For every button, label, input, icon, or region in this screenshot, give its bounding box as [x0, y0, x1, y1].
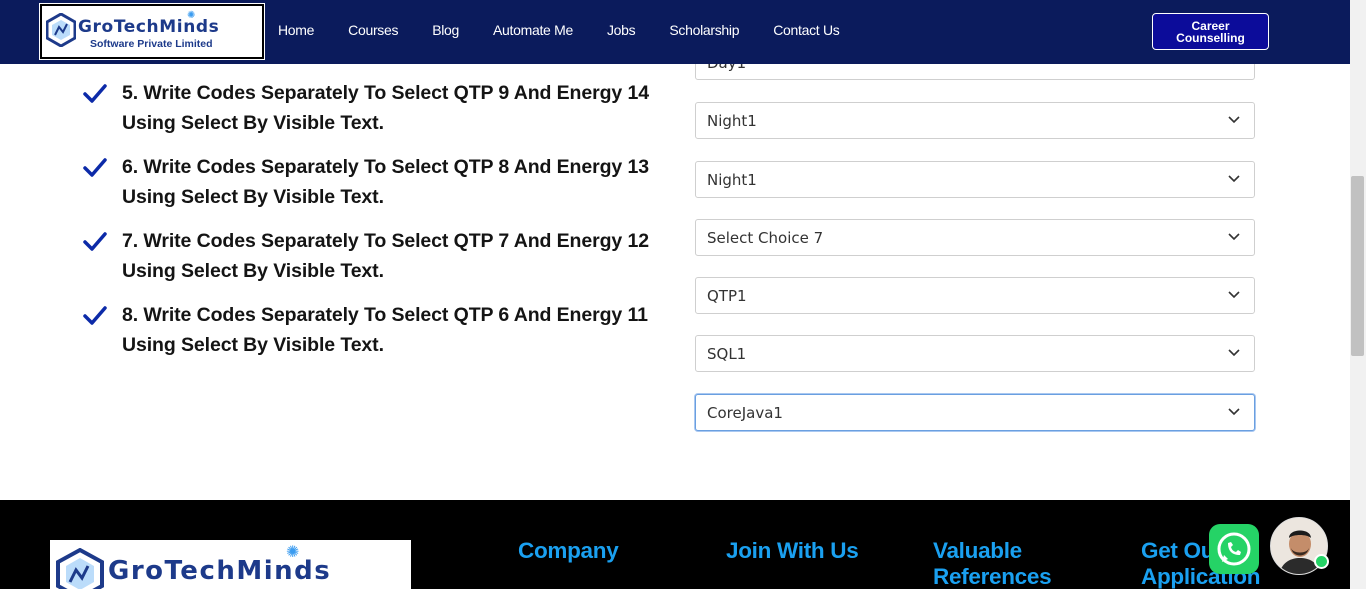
select-sql[interactable]: SQL1: [695, 335, 1255, 372]
footer-heading-references: Valuable References: [933, 538, 1052, 589]
exercise-text: 7. Write Codes Separately To Select QTP …: [122, 226, 672, 286]
select-corejava[interactable]: CoreJava1: [695, 394, 1255, 431]
select-night-1[interactable]: Night1: [695, 102, 1255, 139]
select-value: QTP1: [707, 287, 747, 305]
main-nav: Home Courses Blog Automate Me Jobs Schol…: [278, 22, 873, 38]
footer-logo-title: GroTechMinds: [108, 556, 332, 586]
footer-logo[interactable]: ✺ GroTechMinds: [50, 540, 411, 589]
select-value: CoreJava1: [707, 404, 783, 422]
exercise-line1: 7. Write Codes Separately To Select QTP …: [122, 230, 649, 252]
exercise-line2: Using Select By Visible Text.: [122, 186, 384, 208]
exercise-line1: 6. Write Codes Separately To Select QTP …: [122, 156, 649, 178]
chevron-down-icon: [1228, 233, 1240, 241]
nav-blog[interactable]: Blog: [432, 22, 459, 38]
logo-emblem-icon: [56, 548, 104, 589]
nav-home[interactable]: Home: [278, 22, 314, 38]
nav-automate-me[interactable]: Automate Me: [493, 22, 573, 38]
nav-contact-us[interactable]: Contact Us: [773, 22, 840, 38]
check-icon: [83, 84, 107, 103]
exercise-line2: Using Select By Visible Text.: [122, 334, 384, 356]
exercise-text: 8. Write Codes Separately To Select QTP …: [122, 300, 672, 360]
exercise-text: 5. Write Codes Separately To Select QTP …: [122, 78, 672, 138]
select-choice[interactable]: Select Choice 7: [695, 219, 1255, 256]
select-night-2[interactable]: Night1: [695, 161, 1255, 198]
check-icon: [83, 232, 107, 251]
scrollbar-thumb[interactable]: [1351, 176, 1364, 356]
online-status-dot: [1314, 554, 1329, 569]
chevron-down-icon: [1228, 408, 1240, 416]
select-value: Night1: [707, 112, 757, 130]
select-value: Select Choice 7: [707, 229, 824, 247]
whatsapp-icon: [1217, 532, 1251, 566]
nav-scholarship[interactable]: Scholarship: [669, 22, 739, 38]
nav-jobs[interactable]: Jobs: [607, 22, 636, 38]
chevron-down-icon: [1228, 349, 1240, 357]
site-header: ✺ GroTechMinds Software Private Limited …: [0, 0, 1350, 64]
select-value: Night1: [707, 171, 757, 189]
nav-courses[interactable]: Courses: [348, 22, 398, 38]
exercise-line2: Using Select By Visible Text.: [122, 260, 384, 282]
exercise-line1: 8. Write Codes Separately To Select QTP …: [122, 304, 648, 326]
header-logo[interactable]: ✺ GroTechMinds Software Private Limited: [39, 3, 265, 60]
footer-heading-join: Join With Us: [726, 538, 859, 563]
exercise-line1: 5. Write Codes Separately To Select QTP …: [122, 82, 649, 104]
career-counselling-button[interactable]: Career Counselling: [1152, 13, 1269, 50]
logo-title: GroTechMinds: [78, 17, 220, 37]
check-icon: [83, 306, 107, 325]
exercise-text: 6. Write Codes Separately To Select QTP …: [122, 152, 672, 212]
footer-heading-company: Company: [518, 538, 619, 563]
site-footer: ✺ GroTechMinds Company Join With Us Valu…: [0, 500, 1350, 589]
chevron-down-icon: [1228, 116, 1240, 124]
career-button-label: Career Counselling: [1176, 19, 1245, 45]
logo-subtitle: Software Private Limited: [90, 38, 213, 50]
check-icon: [83, 158, 107, 177]
chevron-down-icon: [1228, 291, 1240, 299]
select-value: SQL1: [707, 345, 747, 363]
select-qtp[interactable]: QTP1: [695, 277, 1255, 314]
whatsapp-chat-button[interactable]: [1209, 524, 1259, 574]
logo-emblem-icon: [46, 13, 76, 47]
exercise-line2: Using Select By Visible Text.: [122, 112, 384, 134]
chevron-down-icon: [1228, 175, 1240, 183]
